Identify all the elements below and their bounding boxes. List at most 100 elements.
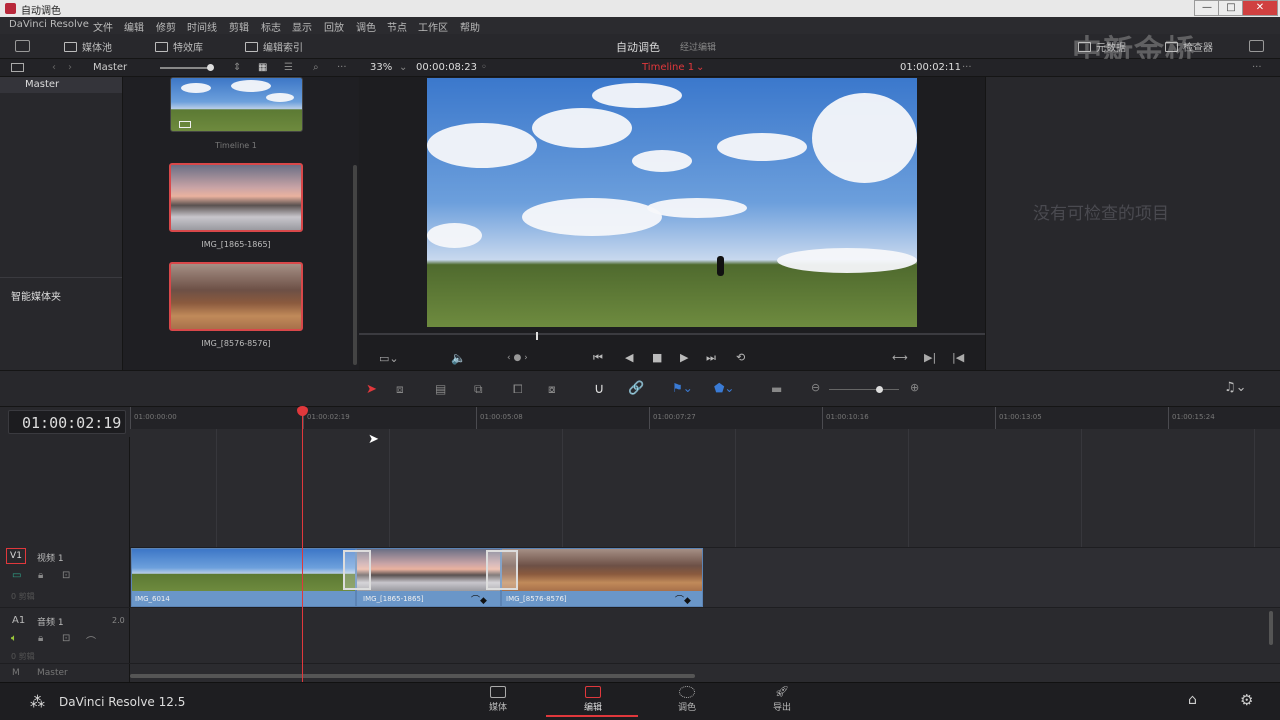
master-track-name[interactable]: Master [37, 668, 68, 678]
audio-meter-icon[interactable]: ♫⌄ [1224, 380, 1247, 395]
go-to-start-icon[interactable]: ⏮ [593, 351, 603, 365]
timeline-horizontal-scrollbar[interactable] [130, 674, 695, 678]
timeline-clip-img6014[interactable]: IMG_6014 [131, 548, 356, 607]
settings-gear-icon[interactable]: ⚙ [1240, 691, 1253, 709]
replace-clip-icon[interactable]: ⧇ [548, 382, 556, 397]
snapping-icon[interactable]: ∪ [594, 381, 604, 397]
clip-thumbnail-timeline1[interactable] [170, 77, 303, 132]
match-frame-icon[interactable]: ⟷ [892, 351, 908, 364]
menu-nodes[interactable]: 节点 [387, 19, 407, 34]
viewer-more-icon[interactable]: ··· [962, 62, 972, 73]
go-to-end-icon[interactable]: ⏭ [706, 351, 716, 365]
jog-control[interactable]: ‹ ● › [507, 353, 528, 363]
a1-lock-icon[interactable]: 🔒︎ [38, 633, 43, 644]
inspector-more-icon[interactable]: ··· [1252, 62, 1262, 73]
sort-icon[interactable]: ⇕ [233, 62, 241, 73]
forward-icon[interactable]: › [68, 62, 72, 73]
page-media[interactable]: 媒体 [473, 686, 523, 713]
thumbnail-size-slider[interactable] [160, 67, 210, 69]
menu-color[interactable]: 调色 [356, 19, 376, 34]
home-icon[interactable]: ⌂ [1188, 692, 1197, 708]
menu-workspace[interactable]: 工作区 [418, 19, 448, 34]
menu-mark[interactable]: 标志 [261, 19, 281, 34]
flag-icon[interactable]: ⚑⌄ [672, 381, 693, 395]
transition-handle[interactable] [343, 550, 371, 590]
v1-track-label[interactable]: V1 [6, 548, 26, 564]
viewer-frame[interactable] [427, 78, 917, 327]
search-icon[interactable]: ⌕ [313, 62, 319, 73]
timeline-clip-img1865[interactable]: IMG_[1865-1865] ⌒◆ [343, 548, 501, 607]
timeline-vertical-scrollbar[interactable] [1269, 611, 1273, 645]
menu-clip[interactable]: 剪辑 [229, 19, 249, 34]
stop-icon[interactable]: ■ [652, 351, 662, 364]
master-track-label[interactable]: M [12, 668, 20, 678]
insert-clip-icon[interactable]: ⧉ [474, 382, 483, 397]
v1-track-name[interactable]: 视频 1 [37, 551, 64, 564]
menu-playback[interactable]: 回放 [324, 19, 344, 34]
more-options-icon[interactable]: ··· [337, 62, 347, 73]
zoom-in-icon[interactable]: ⊕ [910, 381, 919, 394]
mark-out-icon[interactable]: |◀ [952, 351, 964, 364]
a1-auto-select-icon[interactable]: ⊡ [62, 633, 70, 644]
page-deliver[interactable]: 🚀︎ 导出 [757, 686, 807, 714]
a1-track-name[interactable]: 音频 1 [37, 615, 64, 628]
playhead-line[interactable] [302, 411, 303, 682]
v1-auto-select-icon[interactable]: ⊡ [62, 570, 70, 581]
viewer-options-icon[interactable]: ◦ [481, 62, 487, 73]
clip-thumbnail-img8576[interactable] [169, 262, 303, 331]
edit-index-button[interactable]: 编辑索引 [245, 39, 303, 54]
menu-app[interactable]: DaVinci Resolve [9, 19, 89, 30]
bin-item-master[interactable]: Master [0, 77, 122, 93]
menu-trim[interactable]: 修剪 [156, 19, 176, 34]
v1-enable-icon[interactable]: ▭ [12, 570, 21, 581]
media-pool-button[interactable]: 媒体池 [64, 39, 112, 54]
timeline-clip-img8576[interactable]: IMG_[8576-8576] ⌒◆ [486, 548, 703, 607]
linked-selection-icon[interactable]: 🔗 [628, 381, 644, 396]
close-button[interactable]: ✕ [1242, 0, 1278, 16]
menu-file[interactable]: 文件 [93, 19, 113, 34]
slider-handle[interactable] [207, 64, 214, 71]
play-reverse-icon[interactable]: ◀ [625, 351, 633, 364]
zoom-out-icon[interactable]: ⊖ [811, 381, 820, 394]
media-pool-scrollbar[interactable] [353, 165, 357, 365]
scrubber-bar[interactable] [359, 333, 985, 335]
page-color[interactable]: 调色 [662, 686, 712, 713]
grid-view-icon[interactable]: ▦ [258, 62, 267, 73]
scrubber-handle[interactable] [536, 332, 538, 340]
timeline-name[interactable]: Timeline 1 [642, 62, 694, 73]
panel-toggle-icon[interactable] [15, 40, 30, 52]
maximize-button[interactable]: □ [1218, 0, 1244, 16]
transition-handle[interactable] [486, 550, 518, 590]
clip-thumbnail-img1865[interactable] [169, 163, 303, 232]
list-view-icon[interactable] [11, 63, 24, 72]
list-mode-icon[interactable]: ☰ [284, 62, 293, 73]
a1-speaker-icon[interactable]: 🔈︎ [11, 633, 17, 644]
menu-view[interactable]: 显示 [292, 19, 312, 34]
page-edit[interactable]: 编辑 [568, 686, 618, 713]
panel-toggle-right-icon[interactable] [1249, 40, 1264, 52]
zoom-dropdown-icon[interactable]: ⌄ [399, 62, 407, 73]
a1-track-label[interactable]: A1 [12, 615, 25, 626]
back-icon[interactable]: ‹ [52, 62, 56, 73]
effects-library-button[interactable]: 特效库 [155, 39, 203, 54]
marker-icon[interactable]: ⬟⌄ [714, 381, 734, 395]
zoom-level[interactable]: 33% [370, 62, 392, 73]
mark-in-icon[interactable]: ▶| [924, 351, 936, 364]
menu-help[interactable]: 帮助 [460, 19, 480, 34]
timeline-zoom-slider[interactable] [829, 389, 899, 390]
timeline-dropdown-icon[interactable]: ⌄ [696, 62, 704, 73]
selection-tool-icon[interactable]: ➤ [366, 382, 377, 397]
menu-timeline[interactable]: 时间线 [187, 19, 217, 34]
trim-tool-icon[interactable]: ⧈ [396, 382, 404, 397]
loop-icon[interactable]: ⟲ [736, 351, 745, 364]
timeline-view-options-icon[interactable]: ▬ [771, 382, 782, 396]
menu-edit[interactable]: 编辑 [124, 19, 144, 34]
play-icon[interactable]: ▶ [680, 351, 688, 364]
a1-mute-icon[interactable]: ⌒ [86, 633, 96, 648]
volume-icon[interactable]: 🔈 [451, 351, 466, 365]
blade-tool-icon[interactable]: ▤ [435, 382, 446, 396]
v1-lock-icon[interactable]: 🔒︎ [38, 570, 43, 581]
minimize-button[interactable]: — [1194, 0, 1220, 16]
overwrite-clip-icon[interactable]: ⧠ [513, 382, 523, 397]
zoom-slider-handle[interactable] [876, 386, 883, 393]
